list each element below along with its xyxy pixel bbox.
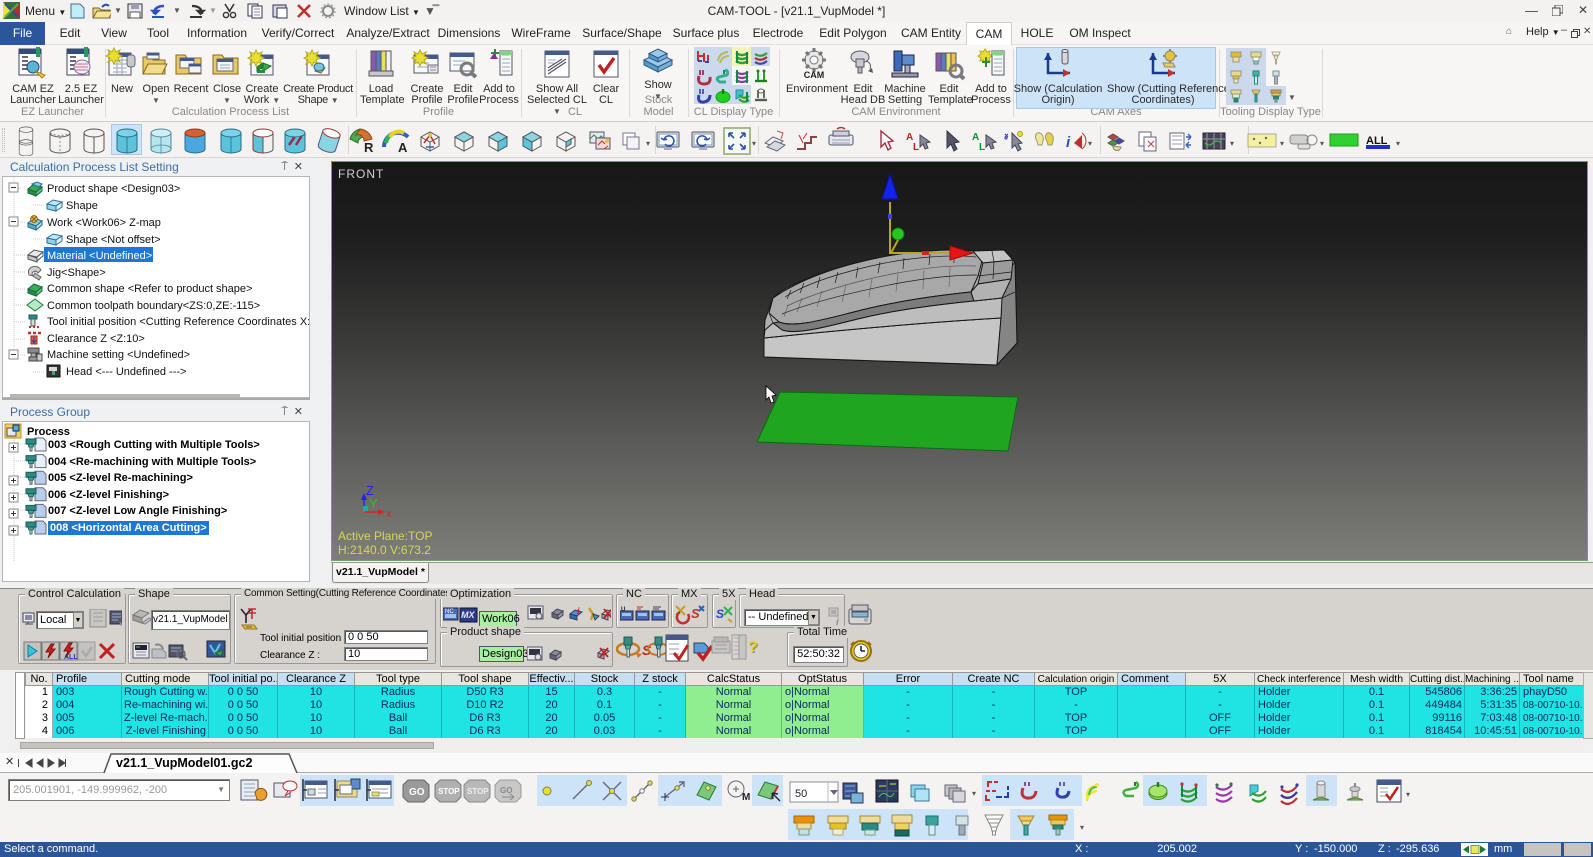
svg-text:Y: Y xyxy=(369,496,378,511)
svg-text:▾: ▾ xyxy=(972,789,976,798)
svg-text:x: x xyxy=(386,508,392,520)
svg-text:▾: ▾ xyxy=(1080,823,1084,832)
svg-text:▾: ▾ xyxy=(646,139,650,148)
svg-text:Common toolpath boundary<ZS:0,: Common toolpath boundary<ZS:0,ZE:-115> xyxy=(47,300,260,312)
svg-text:Shape <Not offset>: Shape <Not offset> xyxy=(66,234,161,246)
svg-text:▾: ▾ xyxy=(1280,139,1284,148)
svg-text:50: 50 xyxy=(795,788,807,800)
svg-text:Material <Undefined>: Material <Undefined> xyxy=(47,250,152,262)
svg-text:NC: NC xyxy=(445,609,454,615)
svg-text:Shape: Shape xyxy=(66,200,98,212)
svg-text:▾: ▾ xyxy=(1320,139,1324,148)
svg-text:GO: GO xyxy=(409,787,425,798)
svg-text:Product shape <Design03>: Product shape <Design03> xyxy=(47,183,180,195)
svg-text:Tool initial position <Cutting: Tool initial position <Cutting Reference… xyxy=(47,316,309,328)
svg-text:Common shape <Refer to product: Common shape <Refer to product shape> xyxy=(47,283,252,295)
svg-text:L: L xyxy=(979,142,985,153)
svg-text:Work <Work06> Z-map: Work <Work06> Z-map xyxy=(47,217,161,229)
svg-text:ALL: ALL xyxy=(64,654,78,661)
svg-text:▾: ▾ xyxy=(752,139,756,148)
svg-text:STOP: STOP xyxy=(467,787,489,796)
svg-text:▾: ▾ xyxy=(1396,139,1400,148)
svg-text:U: U xyxy=(621,607,625,613)
svg-text:Head <--- Undefined --->: Head <--- Undefined ---> xyxy=(66,366,186,378)
svg-text:Clearance Z <Z:10>: Clearance Z <Z:10> xyxy=(47,333,145,345)
svg-text:R: R xyxy=(364,140,374,155)
svg-text:S: S xyxy=(691,606,700,621)
svg-text:A: A xyxy=(398,140,408,155)
svg-text:CAM: CAM xyxy=(804,70,825,80)
svg-text:Machine setting <Undefined>: Machine setting <Undefined> xyxy=(47,349,190,361)
svg-text:L: L xyxy=(913,142,919,153)
svg-text:MX: MX xyxy=(461,610,475,620)
svg-text:GO: GO xyxy=(500,786,512,795)
svg-text:▾: ▾ xyxy=(1230,139,1234,148)
svg-text:M: M xyxy=(742,792,750,803)
svg-text:▾: ▾ xyxy=(1406,790,1410,799)
svg-text:Jig<Shape>: Jig<Shape> xyxy=(47,267,106,279)
svg-text:S: S xyxy=(716,607,724,621)
svg-text:STOP: STOP xyxy=(438,787,460,796)
svg-text:i: i xyxy=(1066,134,1071,151)
svg-text:▾: ▾ xyxy=(1088,139,1092,148)
